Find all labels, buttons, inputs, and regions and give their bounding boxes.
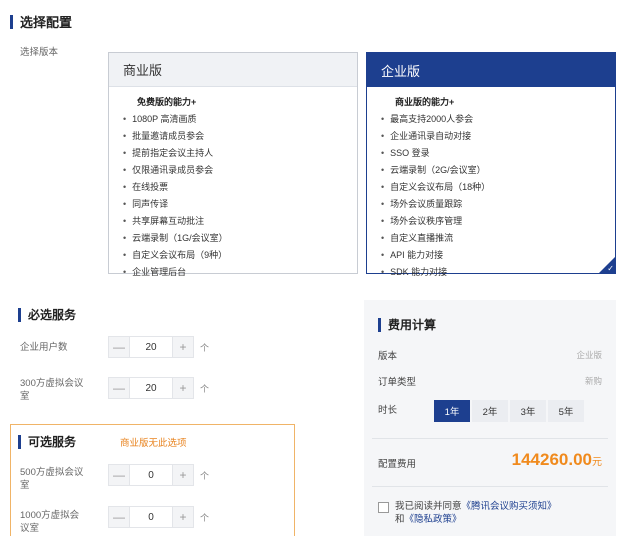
optional-title: 可选服务	[28, 435, 77, 449]
feature-item: SDK 能力对接	[381, 264, 615, 281]
room-1000-stepper: — 0 + 个	[108, 506, 209, 528]
decrement-button[interactable]: —	[108, 377, 130, 399]
feature-item: 自定义会议布局（18种）	[381, 179, 615, 196]
increment-button[interactable]: +	[172, 464, 194, 486]
quantity-input[interactable]: 0	[130, 506, 172, 528]
room-500-label: 500方虚拟会议室	[20, 467, 84, 491]
feature-item: 场外会议秩序管理	[381, 213, 615, 230]
divider	[372, 486, 608, 487]
feature-item: 自定义会议布局（9种）	[123, 247, 357, 264]
plan-cap-title: 免费版的能力+	[137, 97, 197, 107]
optional-warning-text: 商业版无此选项	[120, 438, 187, 449]
feature-item: 企业通讯录自动对接	[381, 128, 615, 145]
config-section-title: 选择配置	[10, 12, 72, 31]
feature-item: 1080P 高清画质	[123, 111, 357, 128]
required-section-title: 必选服务	[18, 306, 76, 323]
title-bar-icon	[18, 434, 21, 449]
cost-label: 配置费用	[378, 459, 417, 470]
plan-header: 商业版	[109, 53, 357, 87]
duration-selector: 1年 2年 3年 5年	[434, 400, 586, 422]
privacy-policy-link[interactable]: 《隐私政策》	[405, 514, 462, 525]
title-bar-icon	[10, 14, 13, 29]
feature-item: 最高支持2000人参会	[381, 111, 615, 128]
quantity-input[interactable]: 20	[130, 336, 172, 358]
duration-option-3y[interactable]: 3年	[510, 400, 546, 422]
unit-label: 个	[200, 470, 210, 481]
agree-and: 和	[395, 514, 405, 525]
enterprise-users-label: 企业用户数	[20, 342, 68, 353]
feature-item: 提前指定会议主持人	[123, 145, 357, 162]
unit-label: 个	[200, 383, 210, 394]
divider	[372, 438, 608, 439]
room-300-label: 300方虚拟会议室	[20, 378, 84, 402]
fee-panel: 费用计算 版本 企业版 订单类型 新购 时长 1年 2年 3年 5年 配置费用 …	[364, 300, 616, 536]
plan-card-enterprise[interactable]: 企业版 商业版的能力+ 最高支持2000人参会 企业通讯录自动对接 SSO 登录…	[366, 52, 616, 277]
feature-item: 共享屏幕互动批注	[123, 213, 357, 230]
feature-item: 场外会议质量跟踪	[381, 196, 615, 213]
enterprise-users-stepper: — 20 + 个	[108, 336, 209, 358]
fee-title: 费用计算	[388, 318, 437, 332]
order-type-label: 订单类型	[378, 377, 417, 388]
fee-version-value: 企业版	[576, 350, 602, 360]
agree-prefix: 我已阅读并同意	[395, 501, 462, 512]
plan-card-business[interactable]: 商业版 免费版的能力+ 1080P 高清画质 批量邀请成员参会 提前指定会议主持…	[108, 52, 358, 277]
version-label: 选择版本	[20, 47, 59, 58]
unit-label: 个	[200, 342, 210, 353]
feature-item: 在线投票	[123, 179, 357, 196]
agree-checkbox[interactable]	[378, 502, 389, 513]
feature-item: 批量邀请成员参会	[123, 128, 357, 145]
decrement-button[interactable]: —	[108, 336, 130, 358]
cost-value: 144260.00元	[512, 450, 602, 470]
quantity-input[interactable]: 0	[130, 464, 172, 486]
fee-section-title: 费用计算	[378, 316, 436, 333]
plan-feature-list: 最高支持2000人参会 企业通讯录自动对接 SSO 登录 云端录制（2G/会议室…	[381, 111, 615, 281]
increment-button[interactable]: +	[172, 377, 194, 399]
duration-option-5y[interactable]: 5年	[548, 400, 584, 422]
fee-version-label: 版本	[378, 351, 398, 362]
config-title: 选择配置	[20, 15, 73, 30]
feature-item: 同声传译	[123, 196, 357, 213]
agreement-row: 我已阅读并同意《腾讯会议购买须知》 和《隐私政策》	[378, 500, 557, 526]
feature-item: API 能力对接	[381, 247, 615, 264]
selected-check-icon: ✓	[599, 257, 615, 273]
required-title: 必选服务	[28, 308, 77, 322]
duration-option-1y[interactable]: 1年	[434, 400, 470, 422]
feature-item: 云端录制（2G/会议室）	[381, 162, 615, 179]
room-500-stepper: — 0 + 个	[108, 464, 209, 486]
decrement-button[interactable]: —	[108, 464, 130, 486]
optional-section-title: 可选服务	[18, 433, 76, 450]
title-bar-icon	[378, 317, 381, 332]
feature-item: 仅限通讯录成员参会	[123, 162, 357, 179]
feature-item: SSO 登录	[381, 145, 615, 162]
order-type-value: 新购	[584, 376, 602, 386]
feature-item: 自定义直播推流	[381, 230, 615, 247]
title-bar-icon	[18, 307, 21, 322]
cost-amount: 144260.00	[511, 450, 592, 469]
plan-feature-list: 1080P 高清画质 批量邀请成员参会 提前指定会议主持人 仅限通讯录成员参会 …	[123, 111, 357, 281]
plan-cap-title: 商业版的能力+	[395, 97, 455, 107]
room-1000-label: 1000方虚拟会议室	[20, 510, 80, 534]
decrement-button[interactable]: —	[108, 506, 130, 528]
duration-label: 时长	[378, 405, 398, 416]
quantity-input[interactable]: 20	[130, 377, 172, 399]
unit-label: 个	[200, 512, 210, 523]
feature-item: 企业管理后台	[123, 264, 357, 281]
cost-unit: 元	[592, 457, 602, 468]
purchase-notice-link[interactable]: 《腾讯会议购买须知》	[462, 501, 557, 512]
room-300-stepper: — 20 + 个	[108, 377, 209, 399]
agreement-text: 我已阅读并同意《腾讯会议购买须知》 和《隐私政策》	[395, 500, 557, 526]
increment-button[interactable]: +	[172, 506, 194, 528]
feature-item: 云端录制（1G/会议室）	[123, 230, 357, 247]
duration-option-2y[interactable]: 2年	[472, 400, 508, 422]
plan-header: 企业版	[367, 53, 615, 87]
increment-button[interactable]: +	[172, 336, 194, 358]
